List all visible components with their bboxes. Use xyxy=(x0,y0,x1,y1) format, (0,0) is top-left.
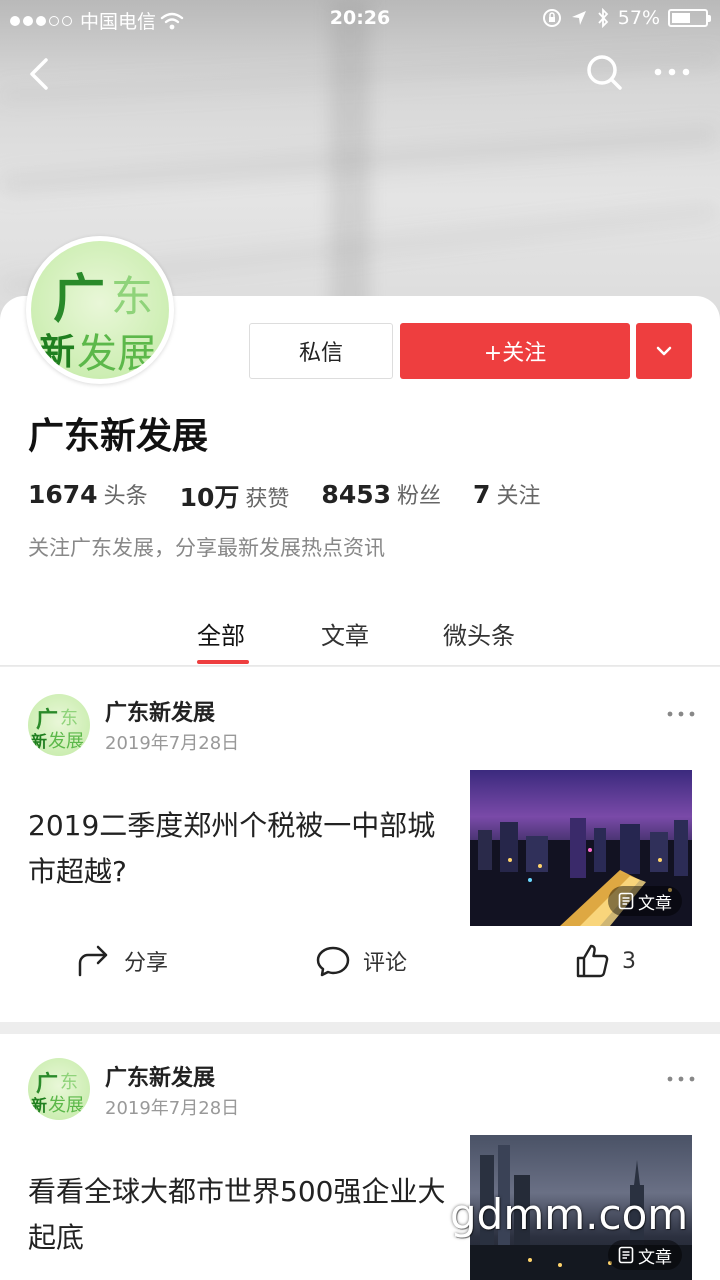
rotation-lock-icon xyxy=(542,9,561,27)
more-icon[interactable] xyxy=(652,60,692,84)
comment-button[interactable]: 评论 xyxy=(315,943,407,979)
post-title[interactable]: 2019二季度郑州个税被一中部城市超越? xyxy=(28,803,448,895)
tab-articles[interactable]: 文章 xyxy=(321,616,369,651)
author-name[interactable]: 广东新发展 xyxy=(105,695,215,727)
stat-following[interactable]: 7 关注 xyxy=(473,478,540,514)
profile-name: 广东新发展 xyxy=(28,416,209,457)
avatar-logo: 广 东 新 发展 xyxy=(31,241,169,379)
share-icon xyxy=(78,945,108,977)
like-count: 3 xyxy=(622,948,636,974)
article-badge: 文章 xyxy=(608,886,682,916)
feed-item[interactable]: 广东 新发展 广东新发展 2019年7月28日 看看全球大都市世界500强企业大… xyxy=(0,1034,720,1280)
status-bar: 中国电信 20:26 57% xyxy=(0,0,720,38)
post-title[interactable]: 看看全球大都市世界500强企业大起底 xyxy=(28,1169,448,1261)
watermark: gdmm.com xyxy=(450,1190,689,1239)
post-thumbnail[interactable]: 文章 xyxy=(470,770,692,926)
post-actions: 分享 评论 3 xyxy=(0,943,720,1003)
location-icon xyxy=(571,11,586,25)
tab-micro-posts[interactable]: 微头条 xyxy=(443,616,515,651)
post-date: 2019年7月28日 xyxy=(105,1098,240,1119)
more-icon[interactable] xyxy=(666,709,696,719)
follow-button[interactable]: +关注 xyxy=(400,323,630,379)
tab-all[interactable]: 全部 xyxy=(197,616,245,651)
like-button[interactable]: 3 xyxy=(574,943,636,979)
thumbs-up-icon xyxy=(576,944,609,978)
comment-icon xyxy=(316,946,350,977)
battery-icon xyxy=(668,9,711,27)
document-icon xyxy=(618,1246,634,1264)
post-date: 2019年7月28日 xyxy=(105,733,240,754)
back-icon[interactable] xyxy=(22,54,56,94)
profile-avatar[interactable]: 广 东 新 发展 xyxy=(26,236,174,384)
feed-item[interactable]: 广东 新发展 广东新发展 2019年7月28日 2019二季度郑州个税被一中部城… xyxy=(0,667,720,1022)
profile-bio: 关注广东发展，分享最新发展热点资讯 xyxy=(28,536,385,560)
profile-stats: 1674 头条 10万 获赞 8453 粉丝 7 关注 xyxy=(28,478,572,514)
share-button[interactable]: 分享 xyxy=(76,943,168,979)
recommend-dropdown-button[interactable] xyxy=(636,323,692,379)
more-icon[interactable] xyxy=(666,1074,696,1084)
author-avatar[interactable]: 广东 新发展 xyxy=(28,694,90,756)
message-button[interactable]: 私信 xyxy=(249,323,393,379)
author-avatar[interactable]: 广东 新发展 xyxy=(28,1058,90,1120)
search-icon[interactable] xyxy=(584,52,624,92)
tab-indicator xyxy=(197,660,249,664)
chevron-down-icon xyxy=(656,346,672,356)
bluetooth-icon xyxy=(598,8,609,28)
feed-separator xyxy=(0,1022,720,1034)
stat-posts[interactable]: 1674 头条 xyxy=(28,478,148,514)
stat-followers[interactable]: 8453 粉丝 xyxy=(321,478,441,514)
document-icon xyxy=(618,892,634,910)
article-badge: 文章 xyxy=(608,1240,682,1270)
content-tabs: 全部 文章 微头条 xyxy=(0,598,720,666)
battery-percent: 57% xyxy=(617,7,660,29)
author-name[interactable]: 广东新发展 xyxy=(105,1060,215,1092)
status-right: 57% xyxy=(542,7,711,29)
stat-likes: 10万 获赞 xyxy=(179,483,290,512)
